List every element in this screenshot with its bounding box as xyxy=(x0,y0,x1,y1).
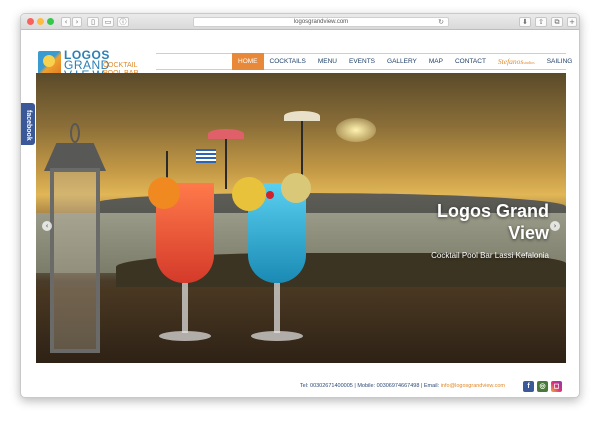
minimize-window-button[interactable] xyxy=(37,18,44,25)
logo-subtitle-cocktail: COCKTAIL xyxy=(103,62,138,69)
back-icon[interactable]: ‹ xyxy=(61,17,71,27)
nav-map[interactable]: MAP xyxy=(423,53,449,70)
instagram-icon[interactable]: ◻ xyxy=(551,381,562,392)
nav-cocktails[interactable]: COCKTAILS xyxy=(264,53,312,70)
glass-stem xyxy=(274,283,280,333)
nav-events[interactable]: EVENTS xyxy=(343,53,381,70)
reload-icon[interactable]: ↻ xyxy=(438,18,444,26)
lantern-top xyxy=(44,143,106,171)
glass-base xyxy=(159,331,211,341)
footer-email-link[interactable]: info@logosgrandview.com xyxy=(441,383,505,389)
orange-slice xyxy=(148,177,180,209)
add-tab-icon[interactable]: + xyxy=(567,17,577,27)
address-bar[interactable]: logosgrandview.com ↻ xyxy=(193,17,449,27)
tripadvisor-icon[interactable]: ◎ xyxy=(537,381,548,392)
sun-icon xyxy=(43,55,55,67)
forward-icon[interactable]: › xyxy=(72,17,82,27)
browser-toolbar: ‹ › ▯ ▭ ⓘ logosgrandview.com ↻ ⬇ ⇧ ⧉ + xyxy=(21,14,579,30)
nav-gallery[interactable]: GALLERY xyxy=(381,53,423,70)
slider-prev-icon[interactable]: ‹ xyxy=(42,221,52,231)
maximize-window-button[interactable] xyxy=(47,18,54,25)
hero-title-line1: Logos Grand xyxy=(437,201,549,221)
cherry xyxy=(266,191,274,199)
site-footer: Tel: 00302671400005 | Mobile: 0030697466… xyxy=(21,378,579,396)
footer-contact-text: Tel: 00302671400005 | Mobile: 0030697466… xyxy=(299,383,441,389)
slider-next-icon[interactable]: › xyxy=(550,221,560,231)
share-icon[interactable]: ⇧ xyxy=(535,17,547,27)
nav-brand-name: Stefanos xyxy=(497,56,524,66)
lemon-slice xyxy=(281,173,311,203)
facebook-sidebar-tab[interactable]: facebook xyxy=(21,103,35,145)
sun-glow xyxy=(336,118,376,142)
info-icon[interactable]: ⓘ xyxy=(117,17,129,27)
new-tab-icon[interactable]: ⧉ xyxy=(551,17,563,27)
umbrella-stick xyxy=(225,139,227,189)
lemon-slice xyxy=(232,177,266,211)
hero-subtitle: Cocktail Pool Bar Lassi Kefalonia xyxy=(431,251,549,260)
close-window-button[interactable] xyxy=(27,18,34,25)
nav-brand-small: studios xyxy=(523,59,535,65)
download-icon[interactable]: ⬇ xyxy=(519,17,531,27)
main-nav: HOME COCKTAILS MENU EVENTS GALLERY MAP C… xyxy=(232,53,578,70)
hero-title-line2: View xyxy=(508,223,549,243)
lantern-icon xyxy=(44,123,106,353)
browser-window: ‹ › ▯ ▭ ⓘ logosgrandview.com ↻ ⬇ ⇧ ⧉ + L… xyxy=(20,13,580,398)
glass-stem xyxy=(182,283,188,333)
facebook-tab-label: facebook xyxy=(25,109,32,141)
nav-stefanos-studios[interactable]: Stefanosstudios xyxy=(492,53,541,71)
nav-home[interactable]: HOME xyxy=(232,53,264,70)
sidebar-toggle-icon[interactable]: ▯ xyxy=(87,17,99,27)
table-surface xyxy=(36,287,566,363)
nav-contact[interactable]: CONTACT xyxy=(449,53,492,70)
footer-contact: Tel: 00302671400005 | Mobile: 0030697466… xyxy=(300,383,505,389)
lantern-body xyxy=(50,168,100,353)
flag-pick-icon xyxy=(196,149,216,163)
nav-menu[interactable]: MENU xyxy=(312,53,343,70)
cocktail-umbrella-icon xyxy=(208,129,244,139)
cocktail-umbrella-icon xyxy=(284,111,320,121)
glass-base xyxy=(251,331,303,341)
hero-slider: Logos Grand View Cocktail Pool Bar Lassi… xyxy=(36,73,566,363)
lantern-ring xyxy=(70,123,80,143)
address-text: logosgrandview.com xyxy=(293,19,349,25)
nav-sailing[interactable]: SAILING xyxy=(541,53,579,70)
tab-overview-icon[interactable]: ▭ xyxy=(102,17,114,27)
facebook-icon[interactable]: f xyxy=(523,381,534,392)
